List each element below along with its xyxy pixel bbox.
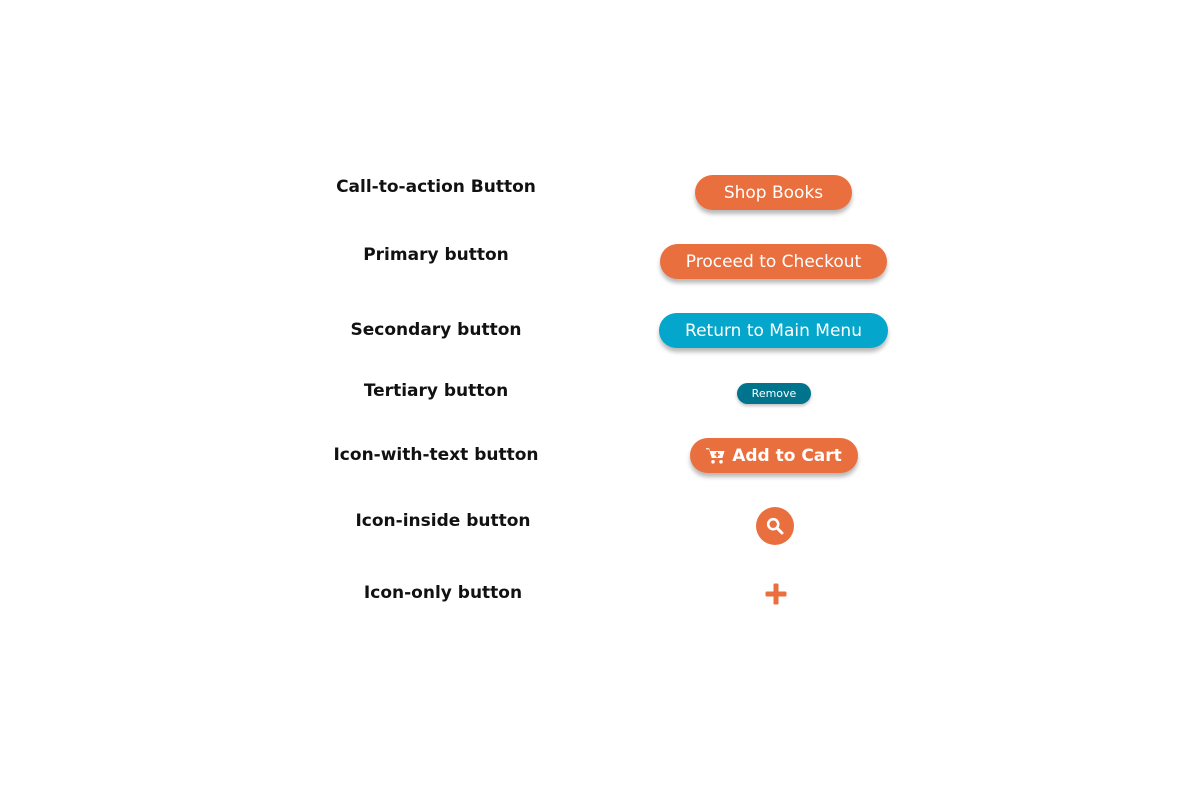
- add-to-cart-label: Add to Cart: [732, 445, 842, 466]
- plus-icon: [765, 583, 787, 605]
- label-call-to-action: Call-to-action Button: [336, 177, 536, 197]
- cart-add-icon: [706, 447, 725, 464]
- label-primary: Primary button: [363, 245, 509, 265]
- return-to-main-menu-button[interactable]: Return to Main Menu: [659, 313, 888, 348]
- button-showcase: Call-to-action Button Primary button Sec…: [0, 0, 1200, 800]
- proceed-to-checkout-button[interactable]: Proceed to Checkout: [660, 244, 887, 279]
- add-to-cart-button[interactable]: Add to Cart: [690, 438, 858, 473]
- label-icon-only: Icon-only button: [363, 583, 523, 603]
- search-button[interactable]: [756, 507, 794, 545]
- remove-button[interactable]: Remove: [737, 383, 811, 404]
- label-icon-inside: Icon-inside button: [355, 511, 531, 531]
- search-icon: [766, 517, 784, 535]
- label-secondary: Secondary button: [350, 320, 522, 340]
- label-tertiary: Tertiary button: [363, 381, 509, 401]
- shop-books-button[interactable]: Shop Books: [695, 175, 852, 210]
- label-icon-with-text: Icon-with-text button: [333, 445, 539, 465]
- add-button[interactable]: [764, 582, 788, 606]
